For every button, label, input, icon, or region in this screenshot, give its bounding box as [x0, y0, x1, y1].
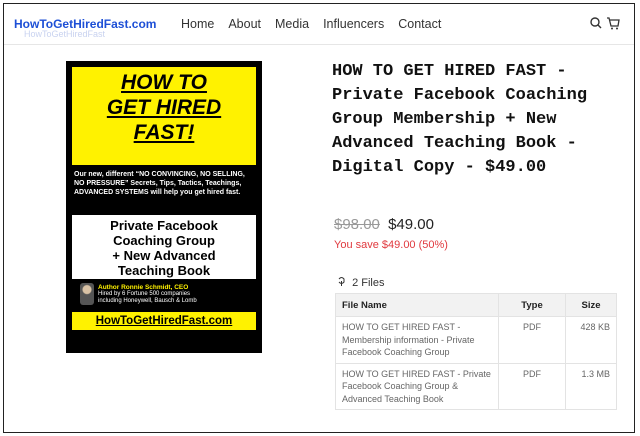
nav-about[interactable]: About	[228, 17, 261, 31]
cover-author: Author Ronnie Schmidt, CEO Hired by 6 Fo…	[72, 279, 256, 312]
cover-headline: HOW TO GET HIRED FAST!	[72, 67, 256, 165]
book-cover: HOW TO GET HIRED FAST! Our new, differen…	[66, 61, 262, 353]
current-price: $49.00	[388, 216, 434, 233]
nav-influencers[interactable]: Influencers	[323, 17, 384, 31]
cover-headline-line: GET HIRED	[106, 96, 222, 119]
author-photo	[80, 283, 94, 305]
cart-icon[interactable]	[606, 15, 620, 31]
file-type: PDF	[498, 362, 566, 410]
cover-offer-line: Coaching Group	[113, 233, 215, 248]
search-icon[interactable]	[589, 15, 603, 31]
column-header: File Name	[335, 293, 499, 317]
paperclip-icon	[337, 277, 349, 289]
column-header: Type	[498, 293, 566, 317]
file-name[interactable]: HOW TO GET HIRED FAST - Private Facebook…	[335, 362, 499, 410]
cover-headline-line: FAST!	[133, 121, 195, 144]
table-row[interactable]: HOW TO GET HIRED FAST - Membership infor…	[335, 316, 617, 364]
files-count: 2 Files	[337, 276, 384, 289]
nav-home[interactable]: Home	[181, 17, 214, 31]
nav-contact[interactable]: Contact	[398, 17, 441, 31]
cover-offer-line: + New Advanced	[112, 248, 216, 263]
files-label: 2 Files	[352, 277, 385, 289]
site-header: HowToGetHiredFast HowToGetHiredFast.com …	[4, 4, 634, 45]
cover-blurb: Our new, different “NO CONVINCING, NO SE…	[74, 171, 245, 196]
author-credential: Hired by 6 Fortune 500 companies	[98, 291, 191, 297]
savings-text: You save $49.00 (50%)	[334, 239, 448, 251]
cover-offer-line: Teaching Book	[117, 263, 211, 278]
product-title: HOW TO GET HIRED FAST - Private Facebook…	[332, 62, 588, 177]
author-name: Author Ronnie Schmidt, CEO	[98, 284, 189, 291]
table-row[interactable]: HOW TO GET HIRED FAST - Private Facebook…	[335, 362, 617, 410]
cover-offer: Private Facebook Coaching Group + New Ad…	[72, 215, 256, 279]
cover-offer-line: Private Facebook	[110, 218, 218, 233]
page-frame: HowToGetHiredFast HowToGetHiredFast.com …	[3, 3, 635, 433]
table-header-row: File Name Type Size	[335, 293, 617, 317]
file-name[interactable]: HOW TO GET HIRED FAST - Membership infor…	[335, 316, 499, 364]
nav-media[interactable]: Media	[275, 17, 309, 31]
cover-headline-line: HOW TO	[121, 71, 207, 94]
column-header: Size	[565, 293, 617, 317]
file-type: PDF	[498, 316, 566, 364]
main-nav: Home About Media Influencers Contact	[181, 17, 455, 31]
cover-url: HowToGetHiredFast.com	[72, 312, 256, 330]
old-price: $98.00	[334, 216, 380, 233]
site-logo[interactable]: HowToGetHiredFast.com	[14, 17, 156, 31]
file-size: 1.3 MB	[565, 362, 617, 410]
price-block: $98.00 $49.00	[334, 216, 434, 233]
file-size: 428 KB	[565, 316, 617, 364]
files-table: File Name Type Size HOW TO GET HIRED FAS…	[335, 293, 617, 410]
author-credential: including Honeywell, Bausch & Lomb	[98, 298, 197, 304]
